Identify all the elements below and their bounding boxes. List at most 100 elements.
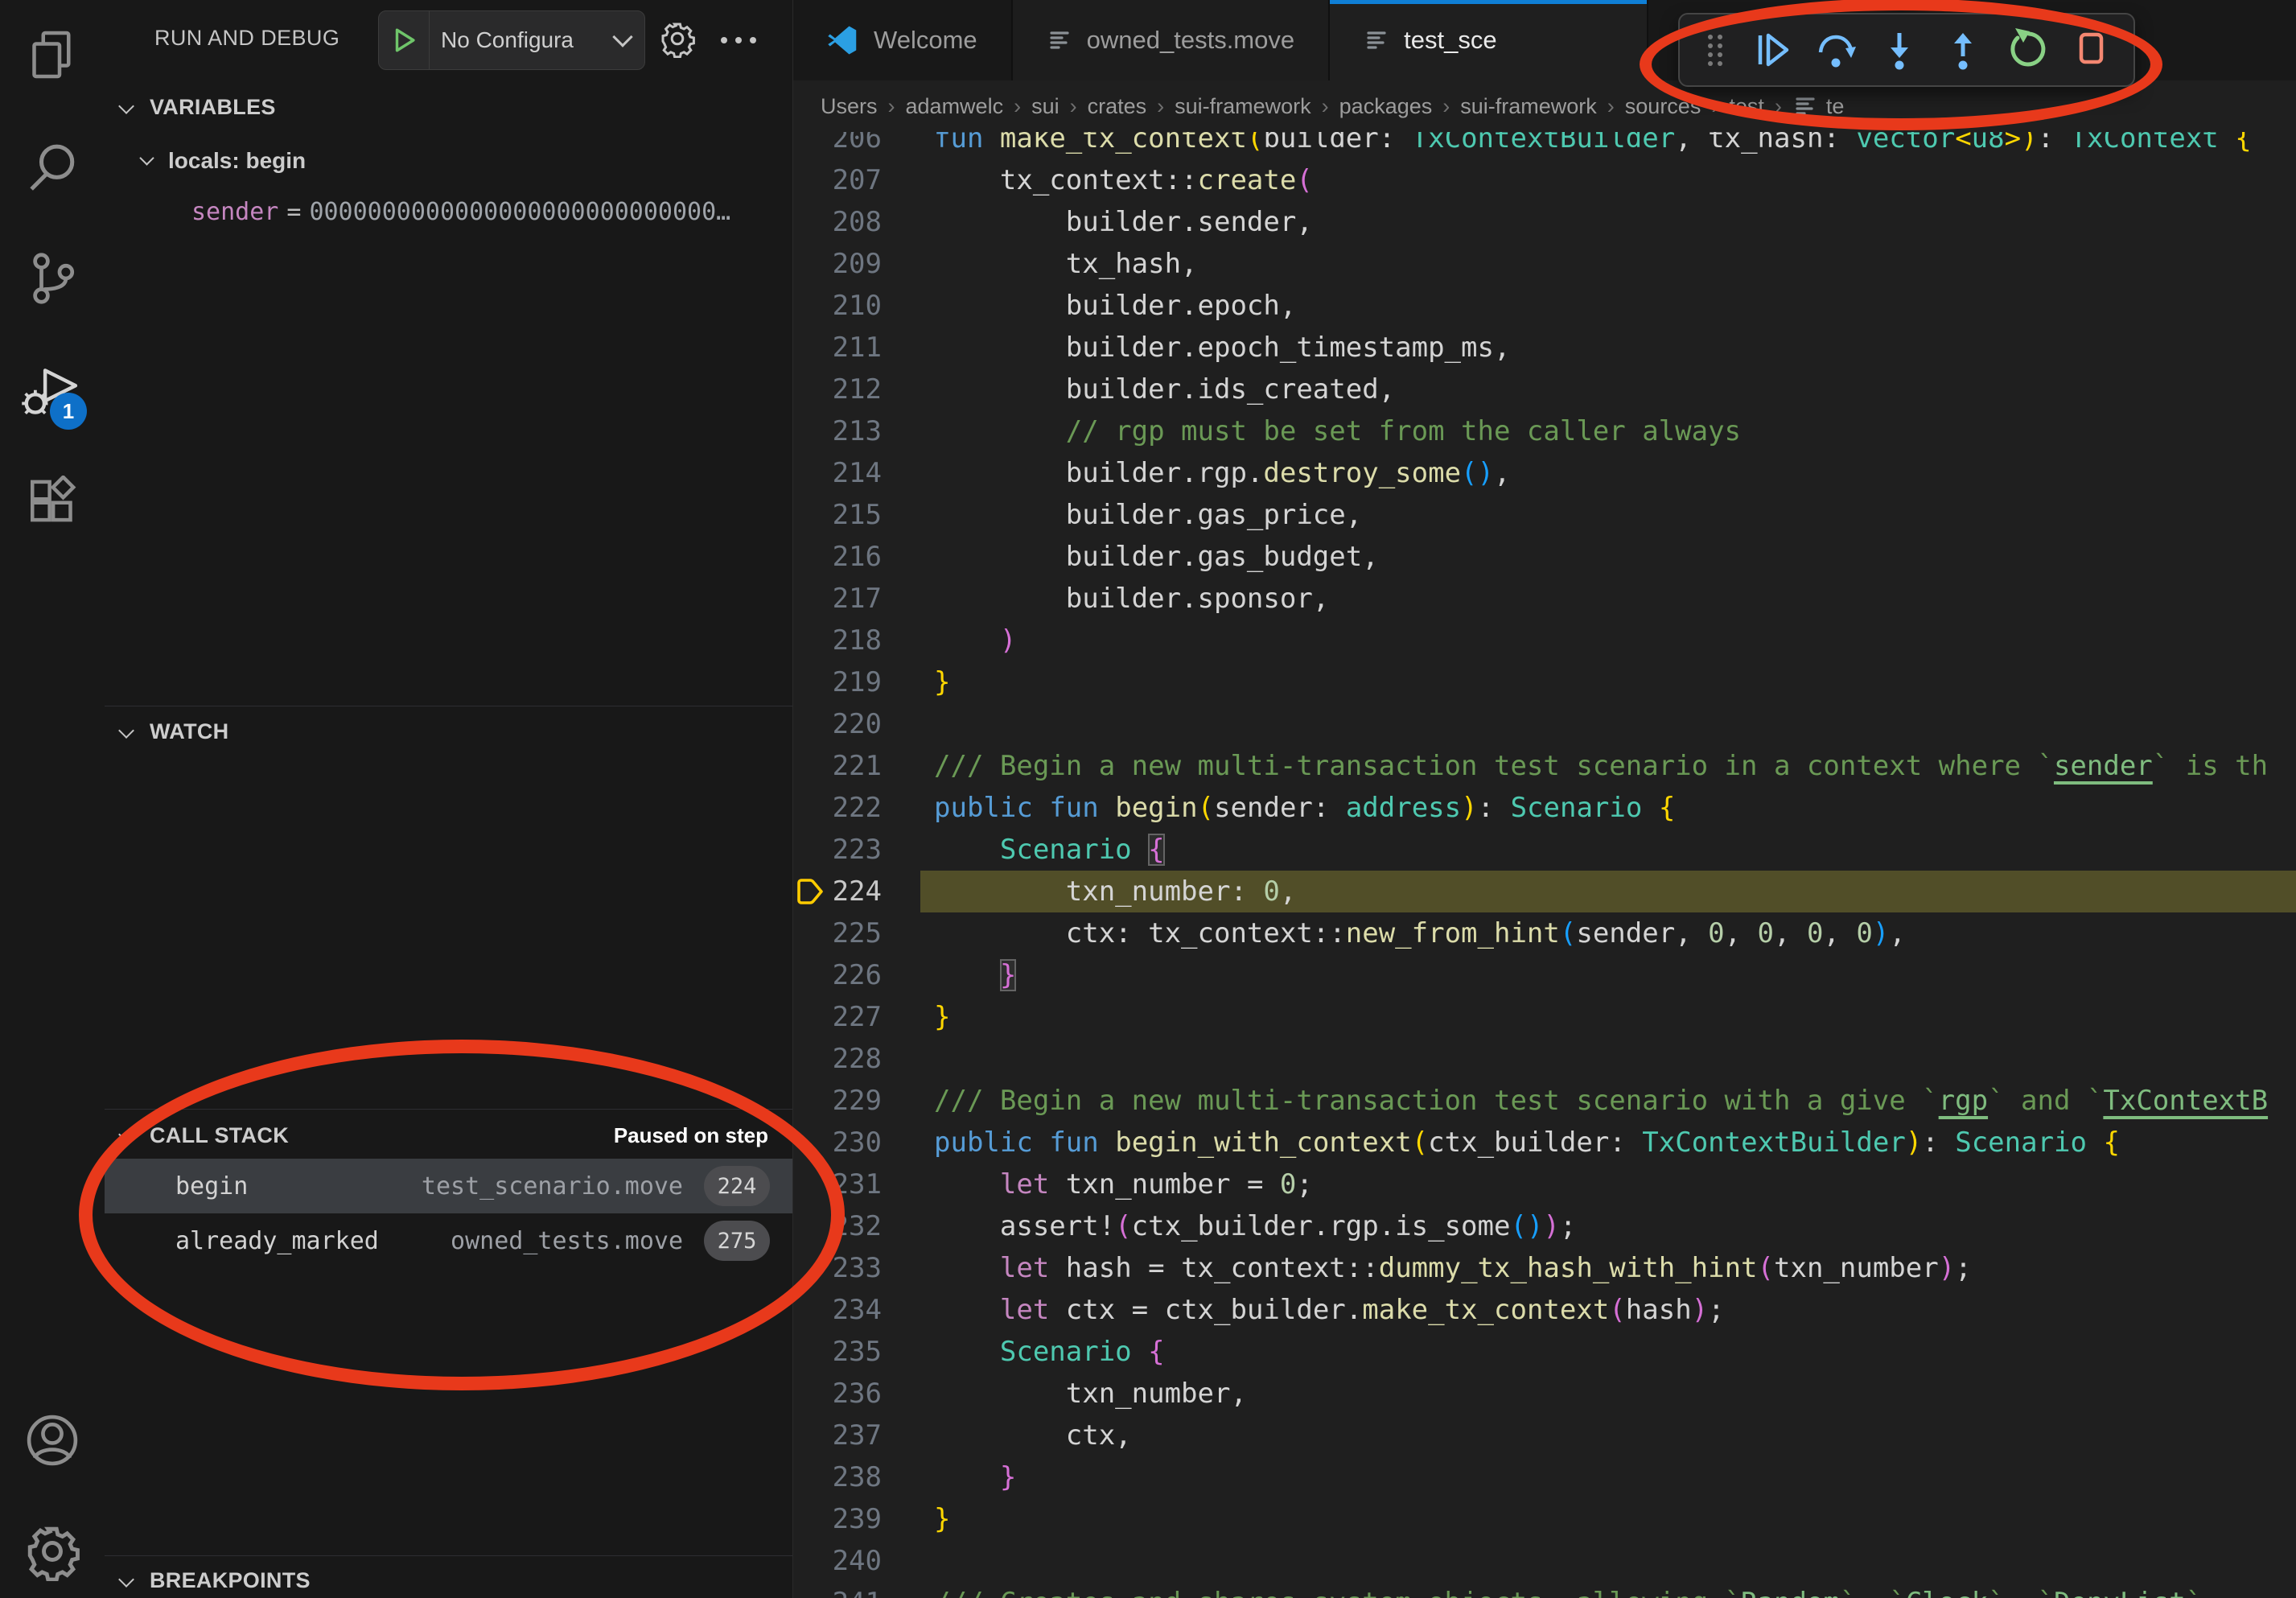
code-text: builder.sender, [934,201,1313,243]
variable-row-sender[interactable]: sender=0000000000000000000000000000… [191,198,730,226]
start-debugging-icon[interactable] [379,11,430,69]
explorer-icon[interactable] [0,10,105,99]
stack-frame-begin[interactable]: begintest_scenario.move224 [105,1159,792,1213]
tab-test-sce[interactable]: test_sce [1330,0,1648,80]
breadcrumb-item[interactable]: sui [1031,94,1060,119]
line-number: 211 [793,327,882,369]
account-icon[interactable] [0,1396,105,1485]
line-number: 220 [793,703,882,745]
tab-owned-tests-move[interactable]: owned_tests.move [1013,0,1330,80]
code-line-208[interactable]: 208 builder.sender, [793,201,2296,243]
breadcrumb-separator: › [1311,94,1339,119]
code-line-215[interactable]: 215 builder.gas_price, [793,494,2296,536]
code-line-236[interactable]: 236 txn_number, [793,1373,2296,1415]
tab-welcome[interactable]: Welcome [793,0,1013,80]
editor-code[interactable]: 206fun make_tx_context(builder: TxContex… [793,132,2296,1598]
code-text: builder.sponsor, [934,578,1329,620]
breakpoints-section-header[interactable]: BREAKPOINTS [105,1562,792,1598]
code-line-230[interactable]: 230public fun begin_with_context(ctx_bui… [793,1122,2296,1163]
code-line-211[interactable]: 211 builder.epoch_timestamp_ms, [793,327,2296,369]
code-line-218[interactable]: 218 ) [793,620,2296,661]
more-actions-icon[interactable] [718,24,759,60]
code-line-221[interactable]: 221/// Begin a new multi-transaction tes… [793,745,2296,787]
code-text: // rgp must be set from the caller alway… [934,410,1741,452]
variables-scope-row[interactable]: locals: begin [142,148,306,174]
code-line-228[interactable]: 228 [793,1038,2296,1080]
breadcrumb-separator: › [1060,94,1088,119]
code-lines: 206fun make_tx_context(builder: TxContex… [793,132,2296,1598]
move-file-icon [1047,27,1072,54]
step-out-icon[interactable] [1940,24,1986,76]
code-line-213[interactable]: 213 // rgp must be set from the caller a… [793,410,2296,452]
call-stack-section-header[interactable]: CALL STACK Paused on step [105,1117,792,1154]
source-control-icon[interactable] [0,234,105,323]
code-line-231[interactable]: 231 let txn_number = 0; [793,1163,2296,1205]
code-line-220[interactable]: 220 [793,703,2296,745]
code-line-229[interactable]: 229/// Begin a new multi-transaction tes… [793,1080,2296,1122]
breadcrumb-item[interactable]: sui-framework [1460,94,1597,119]
code-text: let txn_number = 0; [934,1163,1313,1205]
debug-settings-gear-icon[interactable] [658,19,697,62]
breadcrumb-item[interactable]: test [1729,94,1764,119]
continue-icon[interactable] [1748,24,1795,76]
code-line-206[interactable]: 206fun make_tx_context(builder: TxContex… [793,132,2296,159]
code-line-209[interactable]: 209 tx_hash, [793,243,2296,285]
code-line-219[interactable]: 219} [793,661,2296,703]
code-text: } [934,661,950,703]
run-and-debug-icon[interactable]: 1 [0,348,105,436]
code-text: builder.epoch, [934,285,1296,327]
line-number: 238 [793,1456,882,1498]
settings-gear-icon[interactable] [0,1507,105,1596]
code-line-223[interactable]: 223 Scenario { [793,829,2296,871]
code-line-224[interactable]: 224 txn_number: 0, [793,871,2296,912]
debug-sidebar: RUN AND DEBUG No Configura VARIABLES [105,0,793,1598]
code-line-216[interactable]: 216 builder.gas_budget, [793,536,2296,578]
code-line-235[interactable]: 235 Scenario { [793,1331,2296,1373]
debug-config-label: No Configura [430,27,615,53]
line-number: 216 [793,536,882,578]
code-line-212[interactable]: 212 builder.ids_created, [793,369,2296,410]
search-icon[interactable] [0,123,105,212]
code-line-234[interactable]: 234 let ctx = ctx_builder.make_tx_contex… [793,1289,2296,1331]
debug-config-dropdown[interactable]: No Configura [378,10,645,70]
code-line-226[interactable]: 226 } [793,954,2296,996]
code-line-237[interactable]: 237 ctx, [793,1415,2296,1456]
breadcrumb-item[interactable]: Users [821,94,878,119]
breadcrumb-item[interactable]: sui-framework [1175,94,1311,119]
code-line-240[interactable]: 240 [793,1540,2296,1582]
breadcrumb-item[interactable]: adamwelc [906,94,1004,119]
line-number: 239 [793,1498,882,1540]
breadcrumb-file[interactable]: te [1792,93,1845,120]
code-line-227[interactable]: 227} [793,996,2296,1038]
breadcrumb-item[interactable]: packages [1339,94,1433,119]
restart-icon[interactable] [2004,24,2051,76]
stop-icon[interactable] [2068,24,2114,76]
breadcrumb-item[interactable]: crates [1088,94,1147,119]
debug-badge: 1 [50,393,87,430]
code-line-210[interactable]: 210 builder.epoch, [793,285,2296,327]
code-line-239[interactable]: 239} [793,1498,2296,1540]
extensions-icon[interactable] [0,460,105,549]
code-line-241[interactable]: 241/// Creates and shares system objects… [793,1582,2296,1598]
code-line-217[interactable]: 217 builder.sponsor, [793,578,2296,620]
watch-section-header[interactable]: WATCH [105,713,792,750]
code-line-207[interactable]: 207 tx_context::create( [793,159,2296,201]
line-number: 232 [793,1205,882,1247]
breadcrumb-item[interactable]: sources [1625,94,1701,119]
code-text: Scenario { [934,829,1165,871]
code-text: builder.epoch_timestamp_ms, [934,327,1510,369]
code-line-214[interactable]: 214 builder.rgp.destroy_some(), [793,452,2296,494]
step-over-icon[interactable] [1813,24,1859,76]
code-line-232[interactable]: 232 assert!(ctx_builder.rgp.is_some()); [793,1205,2296,1247]
variables-section-header[interactable]: VARIABLES [105,89,792,126]
code-line-225[interactable]: 225 ctx: tx_context::new_from_hint(sende… [793,912,2296,954]
toolbar-drag-handle[interactable] [1699,24,1731,76]
step-into-icon[interactable] [1876,24,1923,76]
stack-frame-already_marked[interactable]: already_markedowned_tests.move275 [105,1213,792,1268]
code-line-238[interactable]: 238 } [793,1456,2296,1498]
code-text: } [934,996,950,1038]
code-line-222[interactable]: 222public fun begin(sender: address): Sc… [793,787,2296,829]
code-line-233[interactable]: 233 let hash = tx_context::dummy_tx_hash… [793,1247,2296,1289]
code-text: tx_hash, [934,243,1198,285]
line-number: 212 [793,369,882,410]
